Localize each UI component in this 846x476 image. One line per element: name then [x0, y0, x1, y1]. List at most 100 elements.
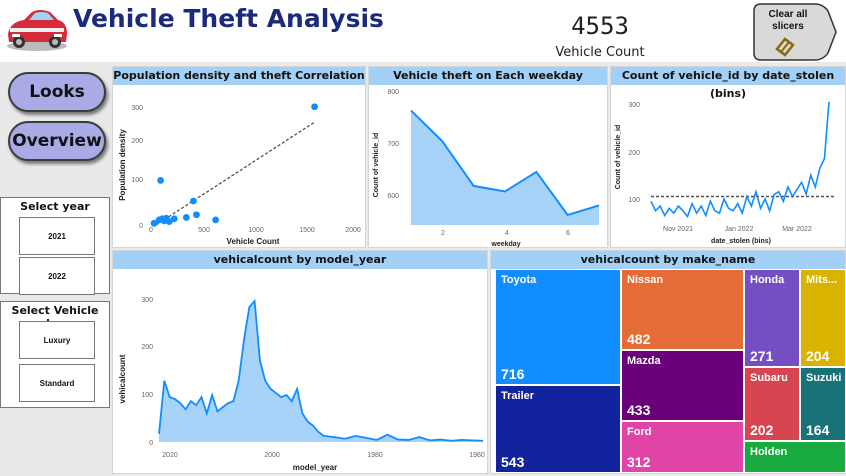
treemap-cell-holden[interactable]: Holden — [744, 441, 846, 473]
treemap-cell-value: 164 — [806, 422, 830, 438]
date-bins-chart-title: Count of vehicle_id by date_stolen (bins… — [611, 67, 845, 100]
x-tick: Mar 2022 — [782, 226, 812, 233]
y-tick: 600 — [387, 193, 399, 200]
looks-button[interactable]: Looks — [8, 72, 106, 112]
scatter-point — [170, 215, 178, 223]
treemap-cell-name: Holden — [750, 446, 788, 458]
y-tick: 0 — [139, 223, 143, 230]
treemap-cell-toyota[interactable]: Toyota 716 — [495, 269, 621, 385]
date-bins-chart-card[interactable]: Count of vehicle_id by date_stolen (bins… — [610, 66, 846, 248]
treemap-cell-subaru[interactable]: Subaru 202 — [744, 367, 800, 441]
y-tick: 200 — [141, 344, 153, 351]
scatter-chart: 0 100 200 300 0 500 1000 1500 2000 Vehic… — [118, 103, 361, 246]
make-treemap-card[interactable]: vehicalcount by make_name Toyota 716 Tra… — [490, 250, 846, 474]
class-option-standard[interactable]: Standard — [19, 364, 95, 402]
year-option-2021[interactable]: 2021 — [19, 217, 95, 255]
treemap-cell-value: 271 — [750, 348, 774, 364]
treemap-cell-suzuki[interactable]: Suzuki 164 — [800, 367, 846, 441]
treemap-cell-name: Suzuki — [806, 372, 842, 384]
treemap-cell-mitsubishi[interactable]: Mits... 204 — [800, 269, 846, 367]
page-title: Vehicle Theft Analysis — [73, 4, 384, 33]
weekday-chart-title: Vehicle theft on Each weekday — [369, 67, 607, 85]
model-year-chart: 0 100 200 300 2020 2000 1980 1960 model_… — [118, 297, 485, 472]
scatter-point — [182, 214, 190, 221]
y-tick: 0 — [149, 440, 153, 447]
x-tick: Nov 2021 — [663, 226, 693, 233]
treemap-cell-name: Mits... — [806, 274, 838, 286]
scatter-point — [193, 211, 200, 219]
treemap-cell-value: 204 — [806, 348, 830, 364]
trend-line — [155, 121, 315, 226]
y-axis-label: Population density — [118, 129, 127, 201]
x-tick: 1500 — [299, 227, 315, 234]
x-tick: 2000 — [345, 227, 361, 234]
vehicle-class-slicer: Select Vehicle class Luxury Standard — [0, 301, 110, 408]
model-year-chart-card[interactable]: vehicalcount by model_year 0 100 200 300… — [112, 250, 488, 474]
year-option-2022[interactable]: 2022 — [19, 257, 95, 295]
x-tick: 2 — [441, 230, 445, 237]
treemap-cell-trailer[interactable]: Trailer 543 — [495, 385, 621, 473]
scatter-chart-title: Population density and theft Correlation — [113, 67, 365, 85]
y-tick: 100 — [141, 392, 153, 399]
treemap-cell-honda[interactable]: Honda 271 — [744, 269, 800, 367]
y-axis-label: Count of vehicle_id — [615, 125, 622, 190]
treemap-cell-value: 716 — [501, 366, 525, 382]
x-tick: 2020 — [162, 452, 178, 459]
year-slicer: Select year 2021 2022 — [0, 197, 110, 295]
treemap-cell-ford[interactable]: Ford 312 — [621, 421, 744, 473]
treemap-cell-value: 543 — [501, 454, 525, 470]
treemap-cell-value: 433 — [627, 402, 651, 418]
y-tick: 800 — [387, 89, 399, 96]
x-tick: Jan 2022 — [725, 226, 754, 233]
weekday-chart: 800 700 600 2 4 6 weekday Count of vehic… — [373, 89, 600, 248]
date-bins-chart: 100 200 300 Nov 2021 Jan 2022 Mar 2022 d… — [615, 101, 835, 245]
eraser-icon — [775, 37, 795, 57]
x-tick: 1000 — [248, 227, 264, 234]
y-tick: 300 — [131, 105, 143, 112]
treemap-cell-nissan[interactable]: Nissan 482 — [621, 269, 744, 350]
model-year-chart-title: vehicalcount by model_year — [113, 251, 487, 269]
treemap-cell-value: 482 — [627, 331, 651, 347]
treemap-cell-value: 312 — [627, 454, 651, 470]
class-option-luxury[interactable]: Luxury — [19, 321, 95, 359]
scatter-point — [311, 103, 319, 111]
treemap-cell-mazda[interactable]: Mazda 433 — [621, 350, 744, 421]
x-tick: 500 — [198, 227, 210, 234]
treemap-cell-name: Toyota — [501, 274, 537, 286]
x-tick: 6 — [566, 230, 570, 237]
model-year-area — [159, 301, 483, 442]
treemap-cell-name: Nissan — [627, 274, 664, 286]
y-axis-label: Count of vehicle_id — [373, 133, 380, 198]
clear-slicers-button[interactable]: Clear all slicers — [753, 3, 837, 61]
x-axis-label: model_year — [293, 463, 337, 472]
treemap-cell-name: Mazda — [627, 355, 661, 367]
date-bins-line — [650, 101, 830, 219]
scatter-point — [157, 177, 164, 184]
treemap-cell-value: 202 — [750, 422, 774, 438]
x-tick: 4 — [505, 230, 509, 237]
weekday-chart-card[interactable]: Vehicle theft on Each weekday 800 700 60… — [368, 66, 608, 248]
clear-slicers-label: Clear all slicers — [768, 9, 808, 32]
treemap-cell-name: Ford — [627, 426, 652, 438]
treemap-cell-name: Subaru — [750, 372, 788, 384]
treemap-cell-name: Trailer — [501, 390, 535, 402]
x-axis-label: date_stolen (bins) — [711, 238, 771, 245]
car-logo — [4, 4, 70, 54]
x-tick: 1980 — [367, 452, 383, 459]
make-treemap-title: vehicalcount by make_name — [491, 251, 845, 269]
x-axis-label: Vehicle Count — [227, 237, 280, 246]
year-slicer-title: Select year — [20, 200, 90, 213]
y-tick: 700 — [387, 141, 399, 148]
x-tick: 0 — [149, 227, 153, 234]
scatter-chart-card[interactable]: Population density and theft Correlation… — [112, 66, 366, 248]
vehicle-count-label: Vehicle Count — [555, 45, 645, 60]
weekday-area — [411, 110, 599, 225]
x-tick: 2000 — [264, 452, 280, 459]
overview-button[interactable]: Overview — [8, 121, 106, 161]
y-tick: 200 — [131, 138, 143, 145]
y-tick: 200 — [628, 150, 640, 157]
y-tick: 300 — [141, 297, 153, 304]
y-tick: 300 — [628, 102, 640, 109]
scatter-point — [212, 216, 220, 224]
y-tick: 100 — [628, 197, 640, 204]
